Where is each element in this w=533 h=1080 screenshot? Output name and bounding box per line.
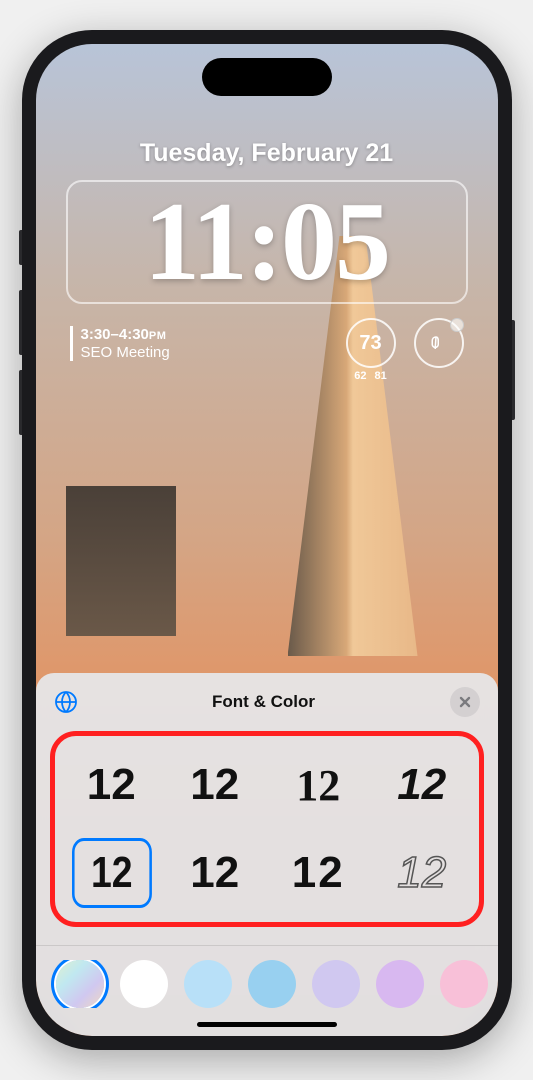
font-option-sf[interactable]: 12 — [65, 750, 159, 820]
color-swatch-white[interactable] — [120, 960, 168, 1008]
calendar-time: 3:30–4:30PM — [81, 326, 170, 343]
divider — [36, 945, 498, 946]
font-option-stencil[interactable]: 12 — [375, 750, 469, 820]
color-swatch-sky-blue[interactable] — [248, 960, 296, 1008]
color-row — [36, 960, 498, 1008]
color-swatch-light-blue[interactable] — [184, 960, 232, 1008]
silent-switch — [19, 230, 22, 265]
weather-low: 62 — [354, 370, 366, 382]
power-button — [512, 320, 515, 420]
font-option-outline[interactable]: 12 — [375, 838, 469, 908]
date-label[interactable]: Tuesday, February 21 — [36, 139, 498, 168]
font-color-panel: Font & Color 1212121212121212 — [36, 673, 498, 1036]
panel-header: Font & Color — [36, 673, 498, 727]
font-grid: 1212121212121212 — [65, 750, 469, 908]
airpods-icon — [430, 334, 448, 352]
color-swatch-lavender[interactable] — [312, 960, 360, 1008]
battery-badge — [450, 318, 464, 332]
font-grid-highlight: 1212121212121212 — [50, 731, 484, 927]
panel-title: Font & Color — [78, 692, 450, 712]
calendar-event-title: SEO Meeting — [81, 344, 170, 361]
calendar-widget[interactable]: 3:30–4:30PM SEO Meeting — [70, 326, 170, 361]
close-button[interactable] — [450, 687, 480, 717]
weather-temp-circle: 73 62 81 — [346, 318, 396, 368]
font-option-ny[interactable]: 12 — [272, 750, 366, 820]
color-swatch-iridescent[interactable] — [56, 960, 104, 1008]
color-swatch-pink[interactable] — [440, 960, 488, 1008]
widgets-row: 3:30–4:30PM SEO Meeting 73 62 81 — [70, 318, 464, 368]
weather-widget[interactable]: 73 62 81 — [346, 318, 396, 368]
font-option-slab[interactable]: 12 — [168, 838, 262, 908]
time-label: 11:05 — [88, 186, 446, 298]
battery-widget[interactable] — [414, 318, 464, 368]
close-icon — [459, 696, 471, 708]
phone-frame: Tuesday, February 21 11:05 3:30–4:30PM S… — [22, 30, 512, 1050]
weather-high: 81 — [375, 370, 387, 382]
font-option-sf-cond[interactable]: 12 — [72, 838, 151, 908]
font-option-sf-rounded[interactable]: 12 — [168, 750, 262, 820]
volume-up-button — [19, 290, 22, 355]
color-swatch-purple[interactable] — [376, 960, 424, 1008]
font-option-wide[interactable]: 12 — [272, 838, 366, 908]
home-indicator[interactable] — [197, 1022, 337, 1027]
volume-down-button — [19, 370, 22, 435]
globe-icon[interactable] — [54, 690, 78, 714]
time-container[interactable]: 11:05 — [66, 180, 468, 304]
screen: Tuesday, February 21 11:05 3:30–4:30PM S… — [36, 44, 498, 1036]
weather-temp: 73 — [359, 332, 381, 355]
dynamic-island — [202, 58, 332, 96]
